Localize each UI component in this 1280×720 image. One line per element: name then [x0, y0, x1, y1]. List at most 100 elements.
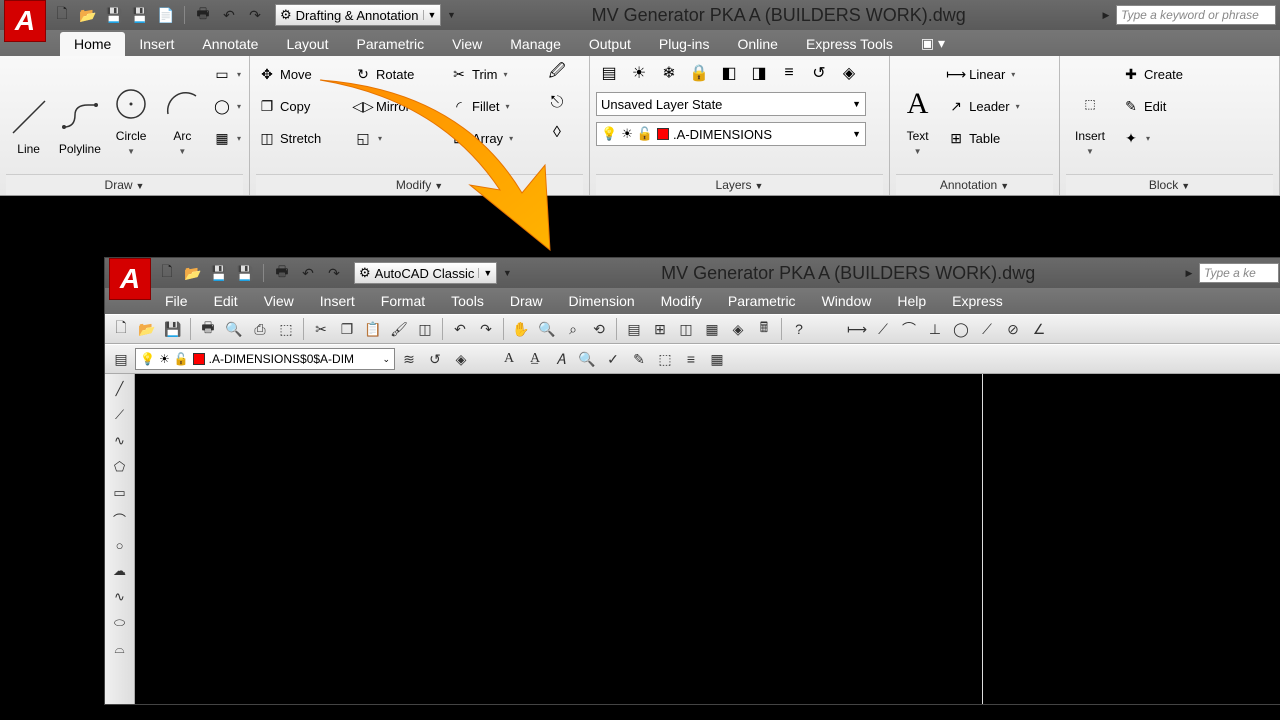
- linear-button[interactable]: ⟼Linear▾: [945, 60, 1053, 88]
- table-button[interactable]: ⊞Table: [945, 124, 1053, 152]
- layer-state-button[interactable]: ◈: [836, 60, 862, 86]
- ellipsearc-icon[interactable]: ⌓: [109, 638, 131, 660]
- classic-workspace-selector[interactable]: ⚙ AutoCAD Classic ▼: [354, 262, 497, 284]
- designcenter-icon[interactable]: ⊞: [648, 317, 672, 341]
- tab-annotate[interactable]: Annotate: [188, 32, 272, 56]
- leader-button[interactable]: ↗Leader▾: [945, 92, 1053, 120]
- scale-text-icon[interactable]: ⬚: [653, 347, 677, 371]
- ellipse-icon[interactable]: ⬭: [109, 612, 131, 634]
- tab-manage[interactable]: Manage: [496, 32, 575, 56]
- erase-button[interactable]: 🖉: [544, 60, 570, 86]
- workspace-selector[interactable]: ⚙ Drafting & Annotation ▼: [275, 4, 441, 26]
- redo-icon[interactable]: ↷: [324, 263, 344, 283]
- new-icon[interactable]: 🗋: [157, 263, 177, 283]
- scale-button[interactable]: ◱▾: [352, 124, 442, 152]
- tab-extra-icon[interactable]: ▣ ▾: [907, 31, 959, 56]
- tab-home[interactable]: Home: [60, 32, 125, 56]
- zoom-rt-icon[interactable]: 🔍: [535, 317, 559, 341]
- help-icon[interactable]: ?: [787, 317, 811, 341]
- panel-annotation-label[interactable]: Annotation▼: [896, 174, 1053, 195]
- layer-props-button[interactable]: ▤: [596, 60, 622, 86]
- tab-express[interactable]: Express Tools: [792, 32, 907, 56]
- arc-button[interactable]: Arc▼: [160, 60, 205, 156]
- tab-plugins[interactable]: Plug-ins: [645, 32, 724, 56]
- dim-arc-icon[interactable]: ⌒: [897, 317, 921, 341]
- polygon-icon[interactable]: ⬠: [109, 456, 131, 478]
- layer-state-icon[interactable]: ◈: [449, 347, 473, 371]
- panel-modify-label[interactable]: Modify▼: [256, 174, 583, 195]
- line-button[interactable]: Line: [6, 60, 51, 156]
- convert-icon[interactable]: ▦: [705, 347, 729, 371]
- drawing-canvas[interactable]: [135, 374, 1280, 704]
- panel-draw-label[interactable]: Draw▼: [6, 174, 243, 195]
- workspace-menu-icon[interactable]: ▼: [441, 5, 461, 25]
- sheetset-icon[interactable]: ▦: [700, 317, 724, 341]
- xline-icon[interactable]: ⟋: [109, 404, 131, 426]
- menu-insert[interactable]: Insert: [320, 293, 355, 309]
- ellipse-button[interactable]: ◯▾: [211, 92, 243, 120]
- tab-parametric[interactable]: Parametric: [342, 32, 438, 56]
- layer-iso-button[interactable]: ◧: [716, 60, 742, 86]
- menu-format[interactable]: Format: [381, 293, 425, 309]
- toolpalette-icon[interactable]: ◫: [674, 317, 698, 341]
- dim-ord-icon[interactable]: ⊥: [923, 317, 947, 341]
- tab-view[interactable]: View: [438, 32, 496, 56]
- tab-online[interactable]: Online: [723, 32, 791, 56]
- open-icon[interactable]: 📂: [78, 5, 98, 25]
- menu-parametric[interactable]: Parametric: [728, 293, 796, 309]
- menu-modify[interactable]: Modify: [661, 293, 702, 309]
- circle-button[interactable]: Circle▼: [109, 60, 154, 156]
- calc-icon[interactable]: 🖩: [752, 317, 776, 341]
- open-icon[interactable]: 📂: [183, 263, 203, 283]
- text-button[interactable]: AText▼: [896, 60, 939, 156]
- dtext-icon[interactable]: A̲: [523, 347, 547, 371]
- spell-icon[interactable]: ✓: [601, 347, 625, 371]
- print-icon[interactable]: 🖶: [196, 317, 220, 341]
- menu-tools[interactable]: Tools: [451, 293, 484, 309]
- doc-menu-icon[interactable]: ▶: [1096, 5, 1116, 25]
- layer-match-button[interactable]: ≡: [776, 60, 802, 86]
- zoom-win-icon[interactable]: ⌕: [561, 317, 585, 341]
- arc-icon[interactable]: ⌒: [109, 508, 131, 530]
- undo-icon[interactable]: ↶: [298, 263, 318, 283]
- layer-uniso-button[interactable]: ◨: [746, 60, 772, 86]
- new-icon[interactable]: 🗋: [52, 5, 72, 25]
- props-icon[interactable]: ▤: [622, 317, 646, 341]
- dim-jog-icon[interactable]: ⟋: [975, 317, 999, 341]
- paste-icon[interactable]: 📋: [361, 317, 385, 341]
- menu-file[interactable]: File: [165, 293, 188, 309]
- trim-button[interactable]: ✂Trim▾: [448, 60, 538, 88]
- markup-icon[interactable]: ◈: [726, 317, 750, 341]
- rectangle-button[interactable]: ▭▾: [211, 60, 243, 88]
- dim-aligned-icon[interactable]: ⟋: [871, 317, 895, 341]
- redo-icon[interactable]: ↷: [474, 317, 498, 341]
- print-icon[interactable]: 🖶: [193, 5, 213, 25]
- menu-dimension[interactable]: Dimension: [569, 293, 635, 309]
- undo-icon[interactable]: ↶: [448, 317, 472, 341]
- matchprop-icon[interactable]: 🖌: [387, 317, 411, 341]
- undo-icon[interactable]: ↶: [219, 5, 239, 25]
- new-icon[interactable]: 🗋: [109, 317, 133, 341]
- copy-icon[interactable]: ❐: [335, 317, 359, 341]
- insert-button[interactable]: ⬚Insert▼: [1066, 60, 1114, 156]
- layer-props-icon[interactable]: ▤: [109, 347, 133, 371]
- offset-button[interactable]: ◊: [544, 120, 570, 146]
- layer-match-icon[interactable]: ≋: [397, 347, 421, 371]
- print-icon[interactable]: 🖶: [272, 263, 292, 283]
- app-logo-icon[interactable]: A: [109, 258, 151, 300]
- publish-icon[interactable]: ⎙: [248, 317, 272, 341]
- menu-express[interactable]: Express: [952, 293, 1003, 309]
- panel-layers-label[interactable]: Layers▼: [596, 174, 883, 195]
- layer-freeze-button[interactable]: ❄: [656, 60, 682, 86]
- rotate-button[interactable]: ↻Rotate: [352, 60, 442, 88]
- array-button[interactable]: ⊞Array▾: [448, 124, 538, 152]
- app-logo-icon[interactable]: A: [4, 0, 46, 42]
- spline-icon[interactable]: ∿: [109, 586, 131, 608]
- classic-search-input[interactable]: Type a ke: [1199, 263, 1279, 283]
- pan-icon[interactable]: ✋: [509, 317, 533, 341]
- textstyle-icon[interactable]: 𝐴: [549, 347, 573, 371]
- tab-output[interactable]: Output: [575, 32, 645, 56]
- dim-ang-icon[interactable]: ∠: [1027, 317, 1051, 341]
- menu-window[interactable]: Window: [822, 293, 872, 309]
- explode-button[interactable]: ⎋: [544, 90, 570, 116]
